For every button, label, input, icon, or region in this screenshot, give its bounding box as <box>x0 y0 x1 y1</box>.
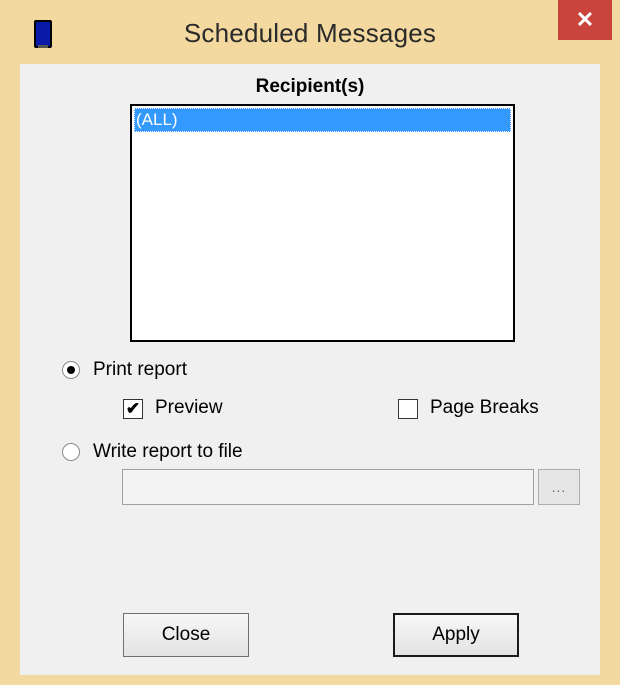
page-breaks-checkbox[interactable] <box>398 399 418 419</box>
dialog-window: Scheduled Messages ✕ Recipient(s) (ALL) … <box>0 0 620 685</box>
list-item[interactable]: (ALL) <box>134 108 511 132</box>
close-button[interactable]: Close <box>123 613 249 657</box>
close-window-button[interactable]: ✕ <box>558 0 612 40</box>
preview-checkbox[interactable]: ✔ <box>123 399 143 419</box>
recipients-label: Recipient(s) <box>255 76 365 97</box>
close-icon: ✕ <box>575 7 595 32</box>
print-report-radio[interactable] <box>62 361 80 379</box>
write-file-label[interactable]: Write report to file <box>93 441 243 463</box>
recipients-listbox[interactable]: (ALL) <box>130 104 515 342</box>
apply-button[interactable]: Apply <box>393 613 519 657</box>
window-title: Scheduled Messages <box>183 18 437 48</box>
dialog-body: Recipient(s) (ALL) Print report ✔ Previe… <box>20 64 600 675</box>
file-path-input[interactable] <box>122 469 534 505</box>
page-breaks-label[interactable]: Page Breaks <box>430 397 539 419</box>
preview-label[interactable]: Preview <box>155 397 223 419</box>
browse-button[interactable]: ... <box>538 469 580 505</box>
title-bar[interactable]: Scheduled Messages ✕ <box>0 0 620 60</box>
print-report-label[interactable]: Print report <box>93 359 187 381</box>
write-file-radio[interactable] <box>62 443 80 461</box>
